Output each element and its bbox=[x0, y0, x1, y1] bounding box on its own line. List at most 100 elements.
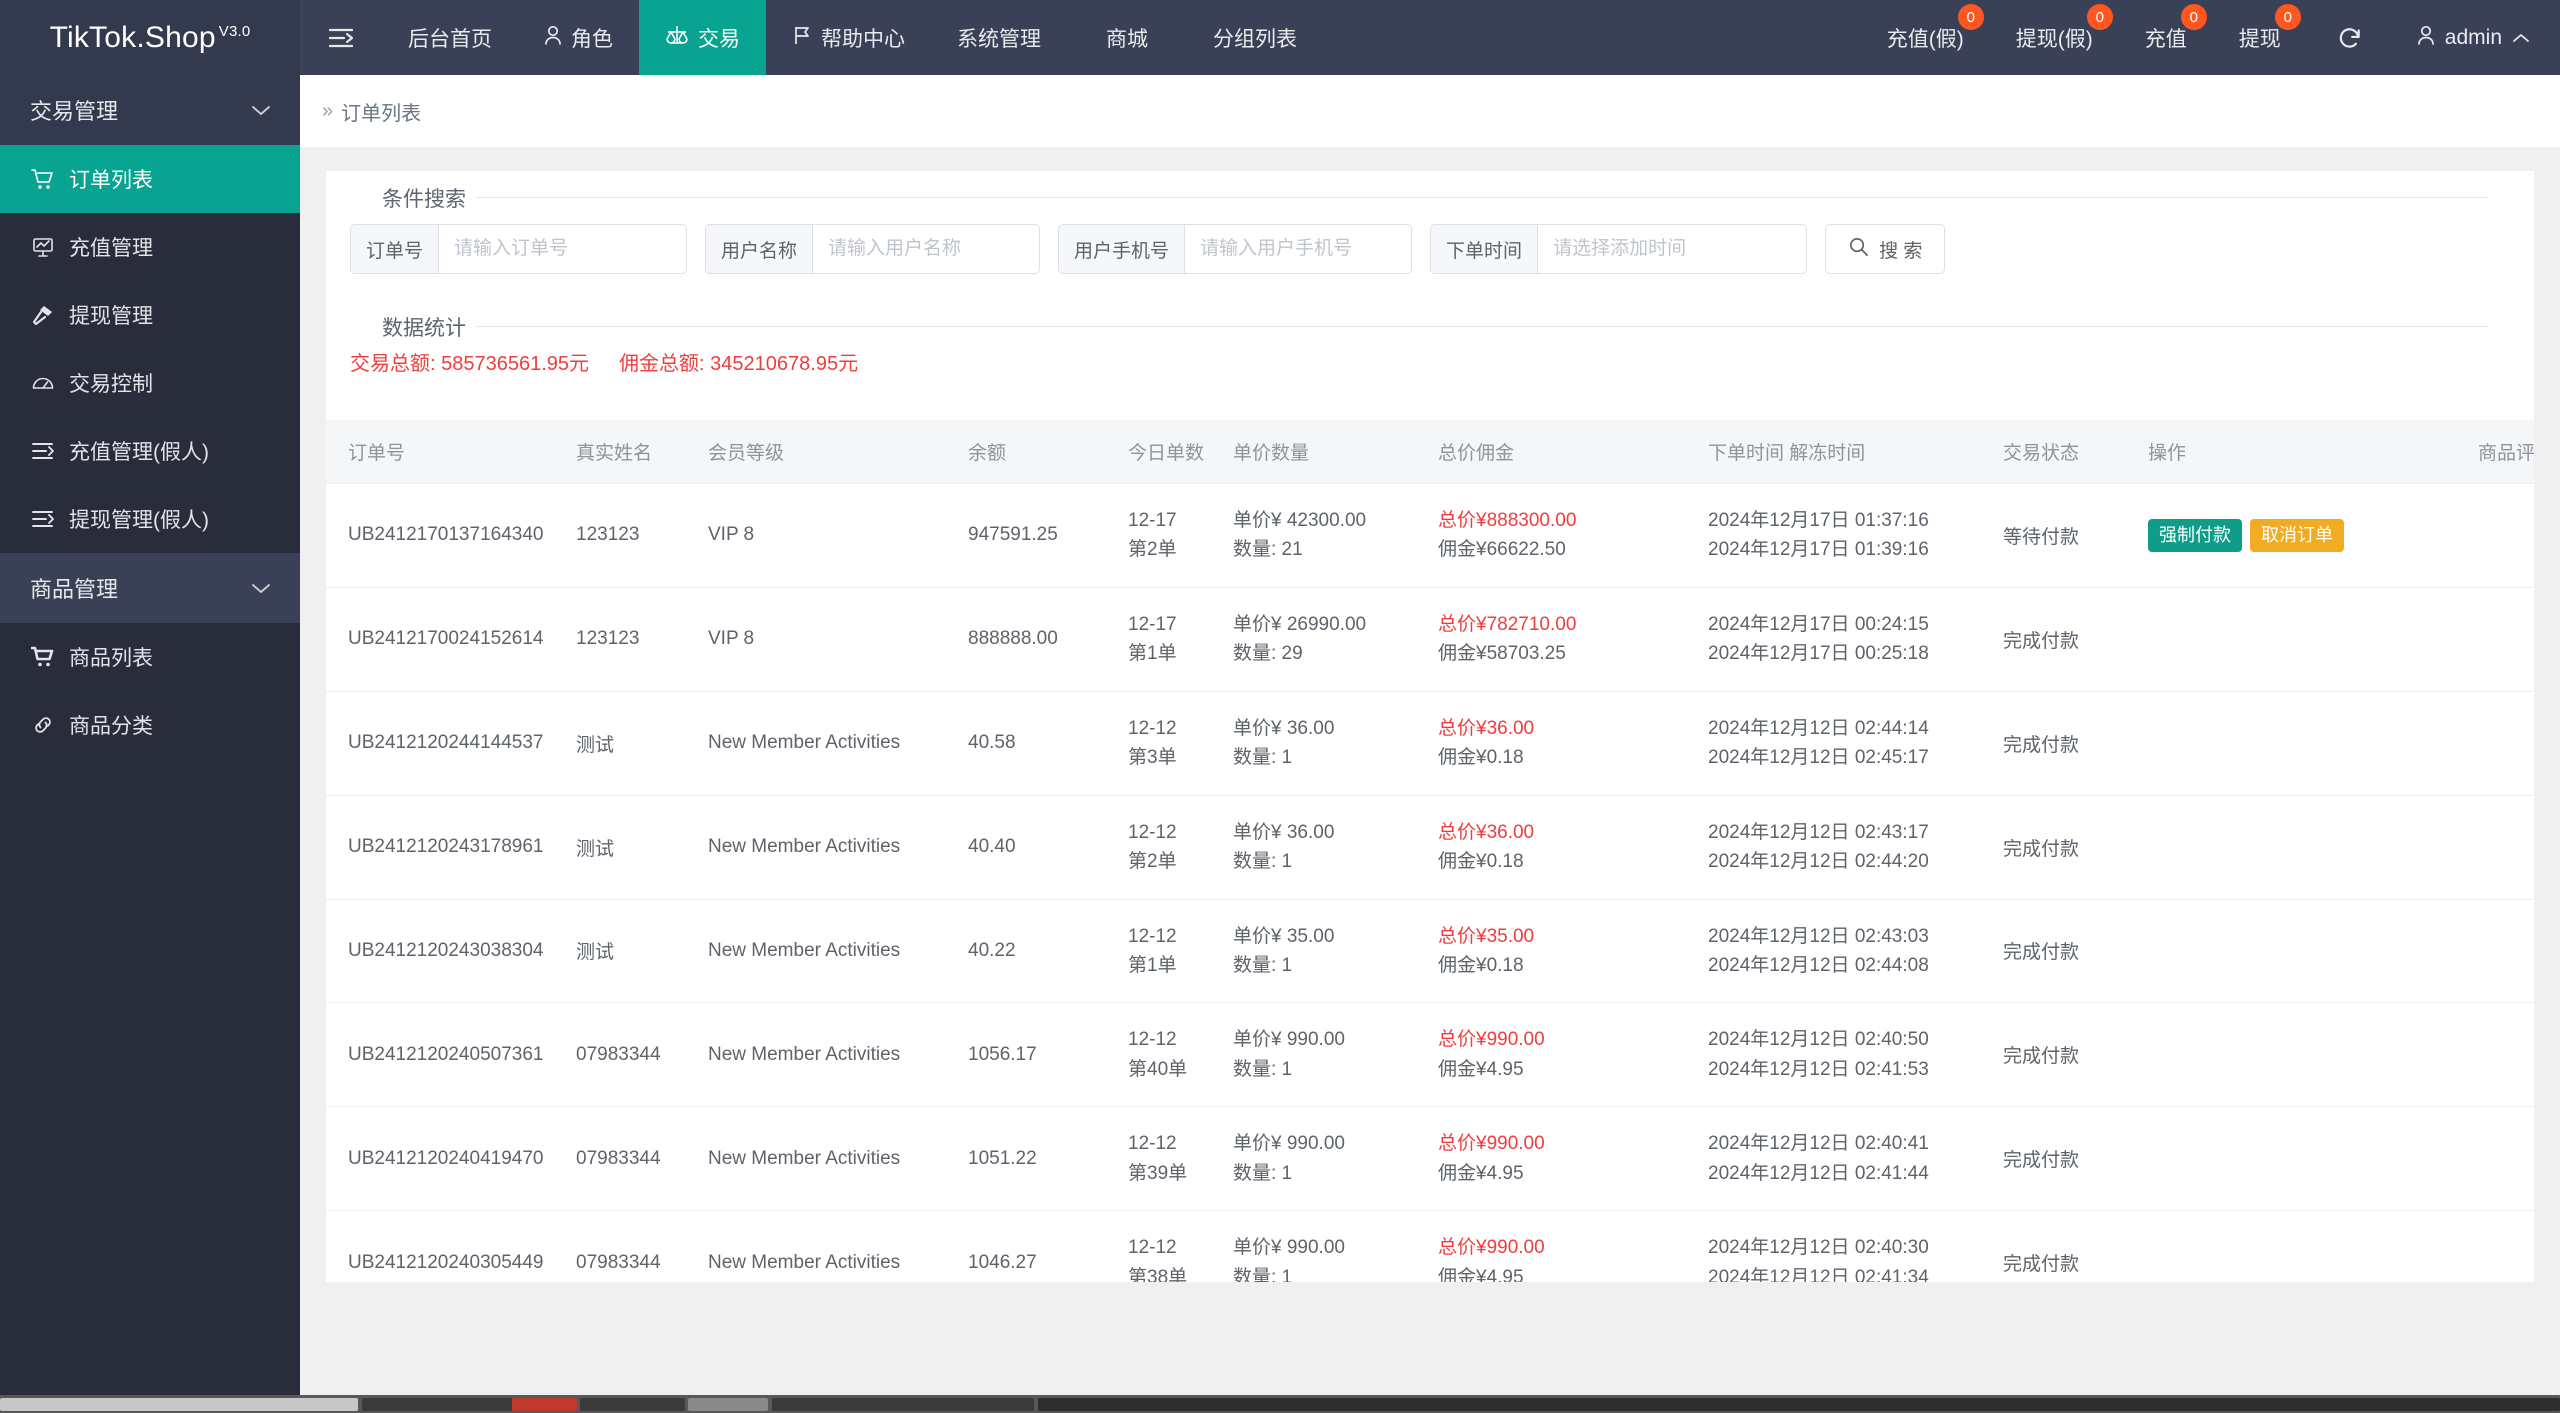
sidebar-item-recharge-manage[interactable]: 充值管理 bbox=[0, 213, 300, 281]
table-row[interactable]: UB2412120243038304 测试 New Member Activitie… bbox=[326, 899, 2534, 1004]
sidebar-item-trade-control[interactable]: 交易控制 bbox=[0, 349, 300, 417]
stats-divider bbox=[372, 326, 2488, 327]
thaw-time: 2024年12月12日 02:44:08 bbox=[1708, 954, 1929, 976]
th-balance[interactable]: 余额 bbox=[968, 420, 1128, 484]
order-no-field[interactable]: 订单号 bbox=[350, 224, 688, 274]
sidebar-item-product-list[interactable]: 商品列表 bbox=[0, 623, 300, 691]
th-order-no[interactable]: 订单号 bbox=[326, 420, 576, 484]
nav-withdraw[interactable]: 提现 0 bbox=[2213, 0, 2307, 75]
user-name-field[interactable]: 用户名称 bbox=[705, 224, 1041, 274]
quantity: 数量: 29 bbox=[1233, 643, 1303, 665]
nav-item-trade[interactable]: 交易 bbox=[639, 0, 766, 75]
th-product-review[interactable]: 商品评论 bbox=[2478, 420, 2534, 484]
scrollbar-track-mid[interactable] bbox=[362, 1398, 512, 1411]
scrollbar-track-mid2[interactable] bbox=[580, 1398, 685, 1411]
user-icon bbox=[544, 25, 562, 51]
sidebar-item-recharge-manage-fake[interactable]: 充值管理(假人) bbox=[0, 417, 300, 485]
user-name-input[interactable] bbox=[813, 225, 1040, 273]
sidebar-item-withdraw-manage[interactable]: 提现管理 bbox=[0, 281, 300, 349]
user-phone-field[interactable]: 用户手机号 bbox=[1058, 224, 1413, 274]
thaw-time: 2024年12月12日 02:44:20 bbox=[1708, 851, 1929, 873]
horizontal-scrollbar[interactable] bbox=[0, 1395, 2560, 1413]
cancel-order-button[interactable]: 取消订单 bbox=[2250, 518, 2344, 553]
th-order-thaw-time[interactable]: 下单时间 解冻时间 bbox=[1708, 420, 2003, 484]
brand-logo[interactable]: TikTok.Shop V3.0 bbox=[0, 0, 300, 75]
table-row[interactable]: UB2412120240419470 07983344 New Member Act… bbox=[326, 1106, 2534, 1212]
table-row[interactable]: UB2412120240507361 07983344 New Member Act… bbox=[326, 1002, 2534, 1108]
cell-trade-status: 完成付款 bbox=[2003, 899, 2148, 1004]
order-time-field[interactable]: 下单时间 bbox=[1430, 224, 1808, 274]
today-order-index: 第39单 bbox=[1128, 1162, 1188, 1184]
search-section: 条件搜索 订单号 用户名称 用户手机号 bbox=[326, 171, 2534, 304]
order-time-input[interactable] bbox=[1538, 225, 1807, 273]
sidebar-group-product-manage[interactable]: 商品管理 bbox=[0, 553, 300, 623]
th-trade-status[interactable]: 交易状态 bbox=[2003, 420, 2148, 484]
orders-table-container[interactable]: 订单号 真实姓名 会员等级 余额 今日单数 单价数量 总价佣金 下单时间 解冻时… bbox=[326, 420, 2534, 1282]
cell-operations bbox=[2148, 899, 2478, 1004]
scrollbar-thumb-gray[interactable] bbox=[688, 1398, 768, 1411]
sidebar-item-product-category[interactable]: 商品分类 bbox=[0, 691, 300, 759]
scrollbar-thumb-left[interactable] bbox=[0, 1398, 358, 1411]
order-no-input[interactable] bbox=[439, 225, 687, 273]
cell-balance: 40.58 bbox=[968, 691, 1128, 796]
total-price: 总价¥990.00 bbox=[1438, 1133, 1545, 1155]
th-operations[interactable]: 操作 bbox=[2148, 420, 2478, 484]
scrollbar-track-far-right[interactable] bbox=[1038, 1398, 2560, 1411]
sidebar-group-trade-manage[interactable]: 交易管理 bbox=[0, 75, 300, 145]
nav-item-role[interactable]: 角色 bbox=[518, 0, 639, 75]
nav-item-home[interactable]: 后台首页 bbox=[382, 0, 518, 75]
th-member-level[interactable]: 会员等级 bbox=[708, 420, 968, 484]
order-no-label: 订单号 bbox=[351, 225, 440, 273]
total-price: 总价¥35.00 bbox=[1438, 925, 1535, 947]
table-row[interactable]: UB2412170137164340 123123 VIP 8 947591.25 12… bbox=[326, 483, 2534, 588]
cell-today-count: 12-12 第40单 bbox=[1128, 1002, 1233, 1108]
th-real-name[interactable]: 真实姓名 bbox=[576, 420, 708, 484]
cell-unit-quantity: 单价¥ 36.00 数量: 1 bbox=[1233, 691, 1438, 796]
scrollbar-track-right[interactable] bbox=[772, 1398, 1034, 1411]
cell-trade-status: 等待付款 bbox=[2003, 483, 2148, 588]
th-total-commission[interactable]: 总价佣金 bbox=[1438, 420, 1708, 484]
nav-recharge[interactable]: 充值 0 bbox=[2119, 0, 2213, 75]
user-phone-input[interactable] bbox=[1185, 225, 1412, 273]
content-panel: 条件搜索 订单号 用户名称 用户手机号 bbox=[326, 171, 2534, 1282]
table-row[interactable]: UB2412120244144537 测试 New Member Activitie… bbox=[326, 691, 2534, 796]
cell-balance: 1046.27 bbox=[968, 1210, 1128, 1282]
nav-recharge-fake[interactable]: 充值(假) 0 bbox=[1861, 0, 1990, 75]
table-row[interactable]: UB2412120243178961 测试 New Member Activitie… bbox=[326, 795, 2534, 900]
cell-operations[interactable]: 强制付款 取消订单 bbox=[2148, 483, 2478, 588]
sidebar-item-withdraw-manage-fake[interactable]: 提现管理(假人) bbox=[0, 485, 300, 553]
nav-withdraw-fake[interactable]: 提现(假) 0 bbox=[1990, 0, 2119, 75]
search-button[interactable]: 搜 索 bbox=[1825, 224, 1946, 274]
th-unit-qty[interactable]: 单价数量 bbox=[1233, 420, 1438, 484]
force-pay-button[interactable]: 强制付款 bbox=[2148, 518, 2242, 553]
cell-order-no: UB2412120240507361 bbox=[326, 1002, 576, 1108]
total-price: 总价¥990.00 bbox=[1438, 1029, 1545, 1051]
user-menu[interactable]: admin bbox=[2393, 0, 2560, 75]
thaw-time: 2024年12月12日 02:41:34 bbox=[1708, 1266, 1929, 1282]
cell-real-name: 测试 bbox=[576, 899, 708, 1004]
nav-item-mall[interactable]: 商城 bbox=[1067, 0, 1187, 75]
quantity: 数量: 1 bbox=[1233, 1266, 1293, 1282]
sidebar-item-order-list[interactable]: 订单列表 bbox=[0, 145, 300, 213]
cell-unit-quantity: 单价¥ 990.00 数量: 1 bbox=[1233, 1210, 1438, 1282]
nav-item-group-list[interactable]: 分组列表 bbox=[1187, 0, 1323, 75]
gauge-icon bbox=[30, 372, 56, 394]
cell-order-thaw-time: 2024年12月12日 02:43:03 2024年12月12日 02:44:08 bbox=[1708, 899, 2003, 1004]
nav-item-system-manage[interactable]: 系统管理 bbox=[931, 0, 1067, 75]
cell-today-count: 12-17 第1单 bbox=[1128, 587, 1233, 692]
total-commission-stat: 佣金总额: 345210678.95元 bbox=[619, 347, 858, 376]
table-row[interactable]: UB2412120240305449 07983344 New Member Act… bbox=[326, 1210, 2534, 1282]
nav-money-label: 提现 bbox=[2238, 27, 2281, 51]
top-nav-items: 后台首页 角色 交易 帮助中心 系统管理 商城 分组列表 bbox=[382, 0, 1323, 75]
cell-operations bbox=[2148, 587, 2478, 692]
th-today-count[interactable]: 今日单数 bbox=[1128, 420, 1233, 484]
cell-order-no: UB2412120243178961 bbox=[326, 795, 576, 900]
nav-item-label: 系统管理 bbox=[957, 27, 1041, 51]
cell-order-no: UB2412120240305449 bbox=[326, 1210, 576, 1282]
menu-fold-icon[interactable] bbox=[300, 0, 382, 75]
cell-total-commission: 总价¥888300.00 佣金¥66622.50 bbox=[1438, 483, 1708, 588]
scrollbar-thumb-red[interactable] bbox=[512, 1398, 577, 1411]
table-row[interactable]: UB2412170024152614 123123 VIP 8 888888.00 12… bbox=[326, 587, 2534, 692]
refresh-icon[interactable] bbox=[2307, 0, 2393, 75]
nav-item-help-center[interactable]: 帮助中心 bbox=[766, 0, 931, 75]
